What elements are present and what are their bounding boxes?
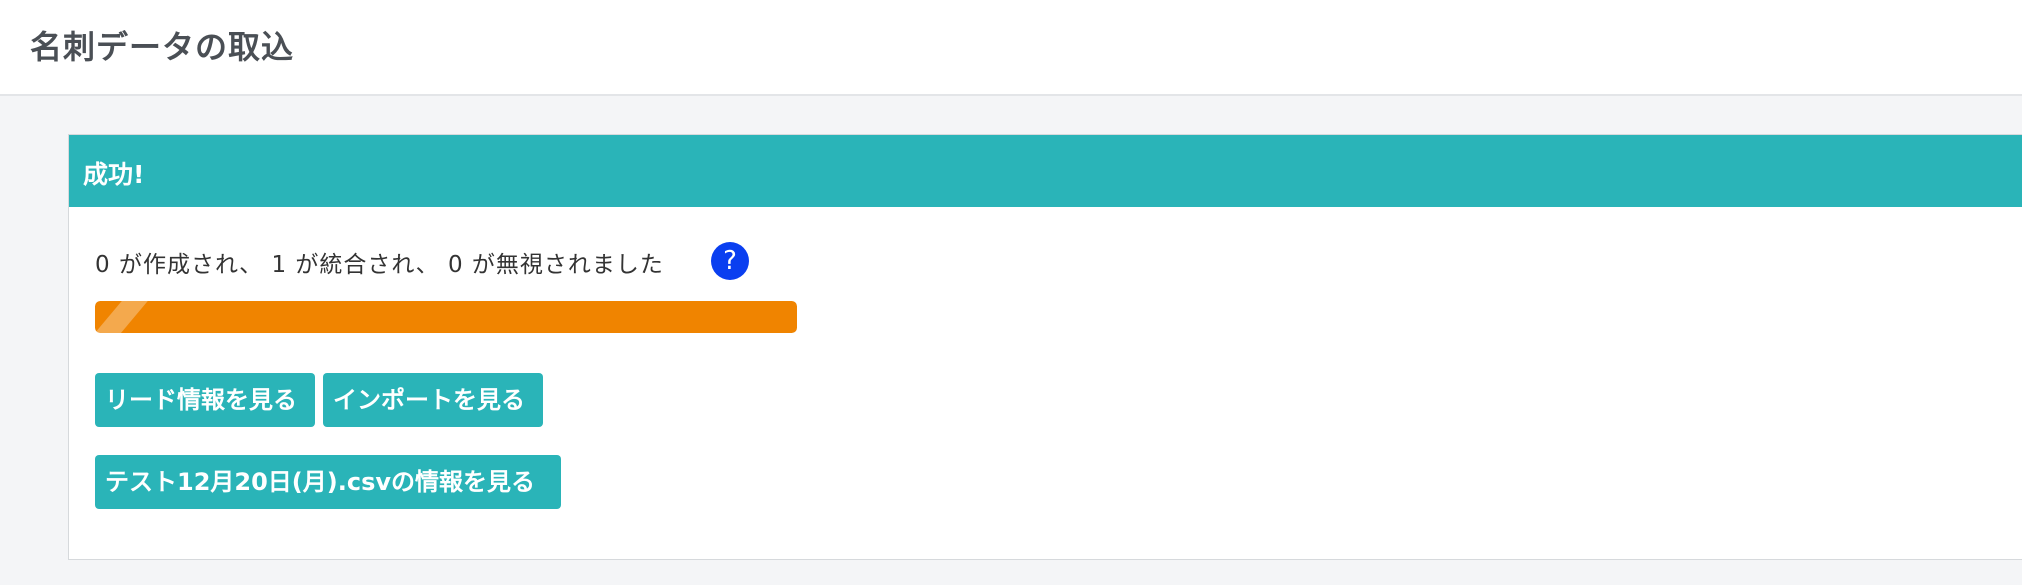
- progress-bar: [95, 301, 797, 333]
- panel-title: 成功!: [83, 160, 145, 189]
- view-imports-button[interactable]: インポートを見る: [323, 373, 543, 427]
- panel-header: 成功!: [69, 135, 2022, 207]
- progress-bar-fill: [95, 301, 797, 333]
- question-circle-icon[interactable]: ?: [711, 242, 749, 280]
- page-title: 名刺データの取込: [30, 28, 295, 66]
- view-file-info-button[interactable]: テスト12月20日(月).csvの情報を見る: [95, 455, 561, 509]
- view-leads-button[interactable]: リード情報を見る: [95, 373, 315, 427]
- import-result-text: 0 が作成され、 1 が統合され、 0 が無視されました: [95, 252, 664, 278]
- progress-stripe: [95, 301, 157, 333]
- page-header: 名刺データの取込: [0, 0, 2022, 96]
- success-panel: 成功! 0 が作成され、 1 が統合され、 0 が無視されました ? リード情報…: [68, 134, 2022, 560]
